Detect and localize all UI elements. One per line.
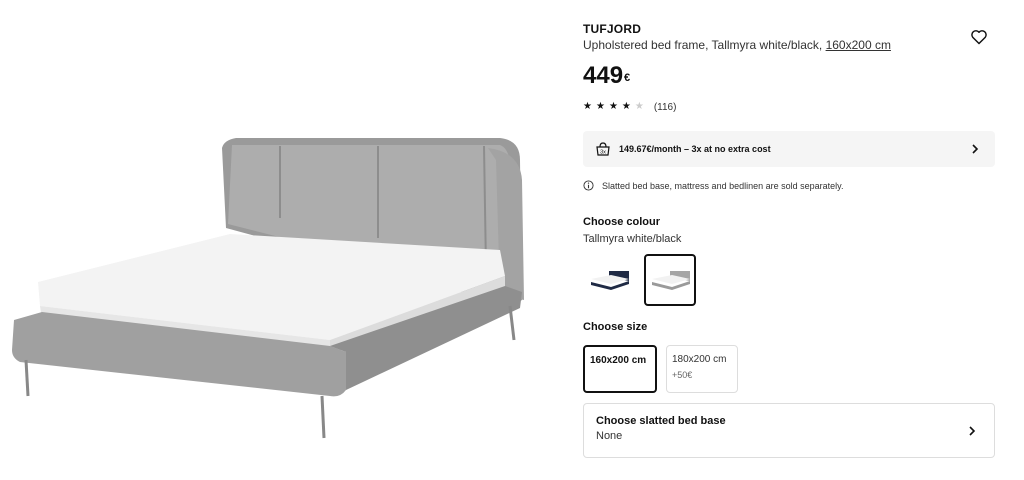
size-option-label: 180x200 cm xyxy=(672,354,727,365)
payment-plan-button[interactable]: 3x 149.67€/month – 3x at no extra cost xyxy=(583,131,995,167)
rating[interactable]: ★ ★ ★ ★ ★ (116) xyxy=(583,101,676,113)
choose-bed-base-button[interactable]: Choose slatted bed base None xyxy=(583,403,995,458)
rating-stars: ★ ★ ★ ★ ★ xyxy=(583,101,644,113)
bed-base-title: Choose slatted bed base xyxy=(596,415,726,427)
payment-bag-icon: 3x xyxy=(596,142,610,156)
colour-option-grey[interactable] xyxy=(644,254,696,306)
size-option-160x200[interactable]: 160x200 cm xyxy=(583,345,657,393)
heart-icon[interactable] xyxy=(970,29,988,45)
colour-title: Choose colour xyxy=(583,216,661,228)
product-name: TUFJORD xyxy=(583,22,642,36)
dark-blue-bed-thumbnail xyxy=(591,271,629,290)
notice: Slatted bed base, mattress and bedlinen … xyxy=(583,180,843,191)
chevron-right-icon xyxy=(969,426,976,436)
star-icon: ★ xyxy=(608,101,618,112)
star-icon: ★ xyxy=(595,101,605,112)
price-value: 449 xyxy=(583,62,624,89)
description-text: Upholstered bed frame, Tallmyra white/bl… xyxy=(583,38,823,52)
product-info: TUFJORD Upholstered bed frame, Tallmyra … xyxy=(583,22,995,53)
grey-bed-thumbnail xyxy=(652,271,690,290)
size-option-180x200[interactable]: 180x200 cm +50€ xyxy=(666,345,738,393)
price: 449€ xyxy=(583,61,630,91)
price-currency: € xyxy=(624,72,631,84)
colour-selected: Tallmyra white/black xyxy=(583,233,682,245)
product-description: Upholstered bed frame, Tallmyra white/bl… xyxy=(583,37,995,53)
chevron-right-icon xyxy=(972,144,979,154)
notice-text: Slatted bed base, mattress and bedlinen … xyxy=(602,180,844,191)
review-count: (116) xyxy=(653,101,677,113)
size-title: Choose size xyxy=(583,321,648,333)
bed-base-value: None xyxy=(596,430,623,442)
size-option-extra-price: +50€ xyxy=(672,370,693,380)
payment-text: 149.67€/month – 3x at no extra cost xyxy=(619,144,771,154)
product-image xyxy=(0,100,560,460)
bed-illustration xyxy=(12,138,524,439)
size-link[interactable]: 160x200 cm xyxy=(826,38,891,52)
svg-text:3x: 3x xyxy=(600,150,606,156)
star-empty-icon: ★ xyxy=(634,101,644,112)
star-icon: ★ xyxy=(583,101,592,112)
colour-option-dark-blue[interactable] xyxy=(583,254,635,306)
star-icon: ★ xyxy=(621,101,631,112)
info-icon xyxy=(583,180,594,191)
size-option-label: 160x200 cm xyxy=(590,355,647,366)
